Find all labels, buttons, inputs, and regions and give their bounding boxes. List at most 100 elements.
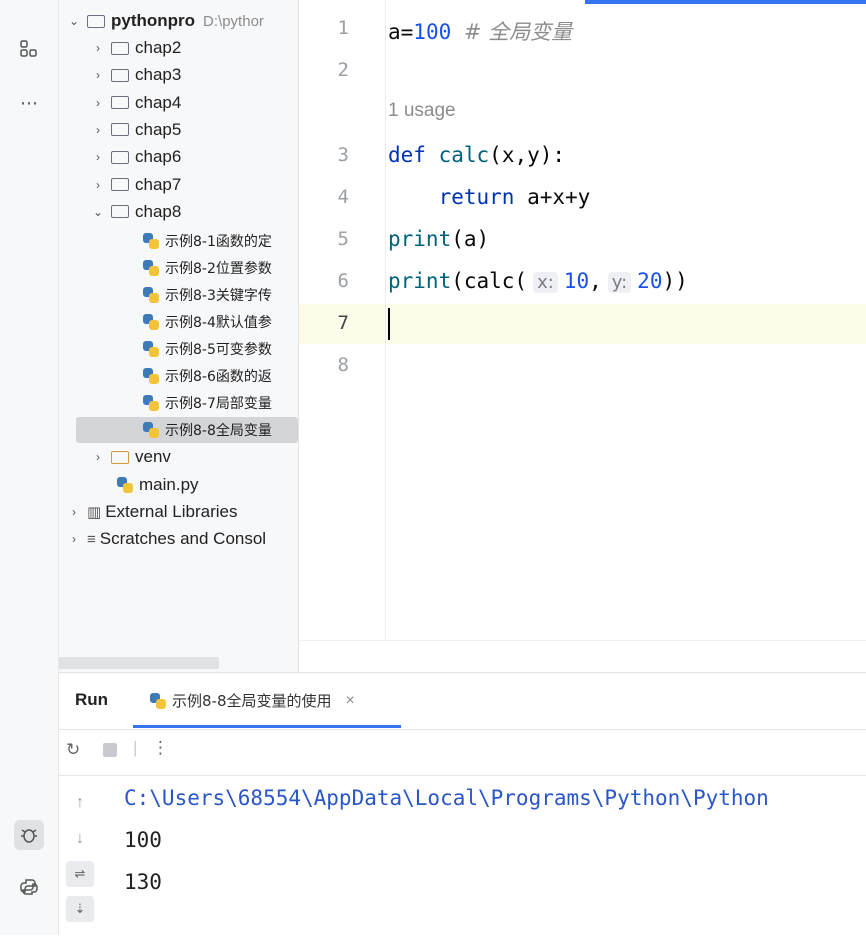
tree-item-chap8[interactable]: ⌄ chap8 <box>59 199 298 225</box>
code-token: (a) <box>451 227 490 251</box>
tree-item-label: venv <box>135 447 171 466</box>
python-file-icon <box>143 260 159 276</box>
chevron-right-icon[interactable]: › <box>91 150 105 164</box>
python-file-icon <box>143 395 159 411</box>
output-command-path: C:\Users\68554\AppData\Local\Programs\Py… <box>124 786 769 810</box>
scroll-up-icon[interactable]: ↑ <box>66 790 94 816</box>
scroll-down-icon[interactable]: ↓ <box>66 826 94 852</box>
editor-bottom-area <box>299 640 866 673</box>
tree-item-label: 示例8-6函数的返 <box>165 369 272 385</box>
tree-item-file[interactable]: 示例8-3关键字传 <box>59 282 298 308</box>
folder-icon <box>111 68 129 82</box>
run-config-tab[interactable]: 示例8-8全局变量的使用 × <box>150 690 355 711</box>
tree-item-file[interactable]: 示例8-5可变参数 <box>59 336 298 362</box>
tree-item-file[interactable]: 示例8-8全局变量 <box>76 417 298 443</box>
tree-horizontal-scrollbar[interactable] <box>59 657 219 669</box>
tree-item-file[interactable]: 示例8-2位置参数 <box>59 255 298 281</box>
code-function: calc <box>438 143 490 167</box>
code-line-3[interactable]: def calc(x,y): <box>388 143 565 167</box>
tree-item-file[interactable]: 示例8-1函数的定 <box>59 228 298 254</box>
tree-item-external-libraries[interactable]: › ▥ External Libraries <box>59 499 298 525</box>
output-line: 130 <box>124 870 162 894</box>
chevron-right-icon[interactable]: › <box>91 68 105 82</box>
chevron-right-icon[interactable]: › <box>67 505 81 519</box>
tree-item-main-py[interactable]: main.py <box>59 472 298 498</box>
chevron-down-icon[interactable]: ⌄ <box>91 205 105 219</box>
python-file-icon <box>143 341 159 357</box>
python-file-icon <box>143 368 159 384</box>
code-token: a+x+y <box>527 185 591 209</box>
chevron-right-icon[interactable]: › <box>67 532 81 546</box>
code-token: )) <box>662 269 688 293</box>
python-console-icon[interactable] <box>14 872 44 902</box>
root-folder-name: pythonpro <box>111 11 196 30</box>
run-toolbar: ↻ | ⋮ <box>59 730 866 776</box>
tree-item-label: External Libraries <box>105 502 238 521</box>
chevron-right-icon[interactable]: › <box>91 450 105 464</box>
library-icon: ▥ <box>87 504 102 521</box>
code-keyword: return <box>438 185 515 209</box>
more-options-icon[interactable]: ⋯ <box>14 88 44 118</box>
tree-item-scratches[interactable]: › ≡ Scratches and Consol <box>59 526 298 552</box>
tree-item-label: chap4 <box>135 92 182 112</box>
code-token: (x,y): <box>489 143 566 167</box>
close-icon[interactable]: × <box>346 692 355 710</box>
tree-item-chap7[interactable]: › chap7 <box>59 172 298 198</box>
code-line-4[interactable]: return a+x+y <box>388 185 591 209</box>
tree-root-pythonpro[interactable]: ⌄ pythonpro D:\pythor <box>59 8 298 34</box>
tree-item-chap4[interactable]: › chap4 <box>59 90 298 116</box>
project-structure-icon[interactable] <box>14 34 44 64</box>
run-tab-indicator <box>133 725 401 728</box>
tree-item-label: chap8 <box>135 201 182 221</box>
python-file-icon <box>143 314 159 330</box>
run-panel-title: Run <box>75 690 109 709</box>
tree-item-chap3[interactable]: › chap3 <box>59 62 298 88</box>
folder-icon <box>111 178 129 191</box>
code-line-6[interactable]: print(calc(x: 10, y: 20)) <box>388 269 688 293</box>
folder-icon <box>111 205 129 219</box>
tree-item-venv[interactable]: › venv <box>59 444 298 470</box>
scroll-to-end-icon[interactable]: ⇣ <box>66 896 94 922</box>
tree-item-label: chap5 <box>135 119 182 139</box>
python-file-icon <box>143 422 159 438</box>
chevron-right-icon[interactable]: › <box>91 178 105 192</box>
code-line-5[interactable]: print(a) <box>388 227 489 251</box>
soft-wrap-icon[interactable]: ⇌ <box>66 861 94 887</box>
chevron-down-icon[interactable]: ⌄ <box>67 14 81 28</box>
code-token: a= <box>388 20 414 44</box>
folder-icon <box>111 96 129 110</box>
usage-inlay-hint[interactable]: 1 usage <box>388 100 456 122</box>
code-function: print <box>388 227 452 251</box>
chevron-right-icon[interactable]: › <box>91 96 105 110</box>
tree-item-chap5[interactable]: › chap5 <box>59 117 298 143</box>
tree-item-file[interactable]: 示例8-7局部变量 <box>59 390 298 416</box>
line-number: 5 <box>337 228 349 250</box>
code-line-1[interactable]: a=100 # 全局变量 <box>388 16 572 46</box>
chevron-right-icon[interactable]: › <box>91 41 105 55</box>
chevron-right-icon[interactable]: › <box>91 123 105 137</box>
tree-item-chap6[interactable]: › chap6 <box>59 144 298 170</box>
line-number: 6 <box>337 270 349 292</box>
line-number: 1 <box>337 17 349 39</box>
line-number: 8 <box>337 354 349 376</box>
rerun-icon[interactable]: ↻ <box>66 740 80 760</box>
code-token: (calc( <box>451 269 528 293</box>
code-number: 20 <box>637 269 663 293</box>
tree-item-file[interactable]: 示例8-6函数的返 <box>59 363 298 389</box>
code-number: 100 <box>413 20 452 44</box>
line-number: 7 <box>337 312 349 334</box>
text-caret <box>388 308 390 340</box>
tree-item-file[interactable]: 示例8-4默认值参 <box>59 309 298 335</box>
tree-item-label: 示例8-3关键字传 <box>165 288 272 304</box>
debug-icon[interactable] <box>14 820 44 850</box>
tree-item-label: 示例8-2位置参数 <box>165 261 272 277</box>
python-file-icon <box>117 477 133 493</box>
tree-item-label: chap7 <box>135 174 182 194</box>
folder-icon <box>111 150 129 164</box>
more-actions-icon[interactable]: ⋮ <box>152 738 169 758</box>
line-number: 2 <box>337 59 349 81</box>
root-folder-path: D:\pythor <box>203 12 264 30</box>
tree-item-label: main.py <box>139 475 199 494</box>
tree-item-chap2[interactable]: › chap2 <box>59 35 298 61</box>
stop-icon[interactable] <box>103 743 117 757</box>
